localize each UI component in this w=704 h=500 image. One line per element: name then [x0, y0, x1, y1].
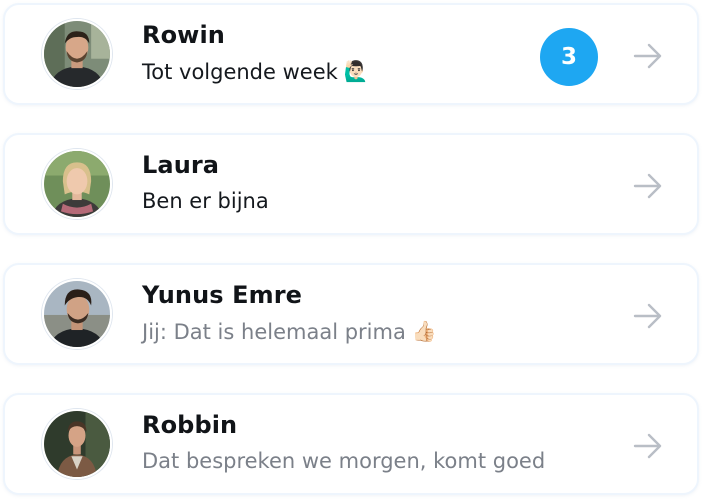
unread-badge: 3: [540, 28, 598, 86]
conversation-item-rowin[interactable]: Rowin Tot volgende week 🙋🏻‍♂️ 3: [3, 3, 699, 105]
conversation-item-laura[interactable]: Laura Ben er bijna: [3, 133, 699, 235]
contact-name: Robbin: [142, 411, 238, 439]
message-preview-text: Jij: Dat is helemaal prima: [142, 320, 406, 344]
thumbs-up-emoji: 👍🏻: [411, 319, 437, 343]
conversation-list: Rowin Tot volgende week 🙋🏻‍♂️ 3 Laura Ben: [0, 0, 704, 500]
message-preview-text: Ben er bijna: [142, 189, 269, 213]
message-preview-text: Tot volgende week: [142, 60, 338, 84]
avatar: [42, 19, 112, 89]
conversation-item-yunus-emre[interactable]: Yunus Emre Jij: Dat is helemaal prima 👍🏻: [3, 263, 699, 365]
arrow-right-icon[interactable]: [632, 302, 664, 330]
contact-name: Yunus Emre: [142, 281, 303, 309]
arrow-right-icon[interactable]: [632, 432, 664, 460]
contact-name: Rowin: [142, 21, 225, 49]
message-preview-text: Dat bespreken we morgen, komt goed: [142, 449, 546, 473]
conversation-item-robbin[interactable]: Robbin Dat bespreken we morgen, komt goe…: [3, 393, 699, 495]
message-preview: Jij: Dat is helemaal prima 👍🏻: [142, 319, 437, 344]
message-preview: Tot volgende week 🙋🏻‍♂️: [142, 59, 369, 84]
raising-hand-emoji: 🙋🏻‍♂️: [343, 59, 369, 83]
avatar: [42, 279, 112, 349]
contact-name: Laura: [142, 151, 220, 179]
message-preview: Dat bespreken we morgen, komt goed: [142, 449, 545, 473]
avatar: [42, 409, 112, 479]
message-preview: Ben er bijna: [142, 189, 269, 213]
arrow-right-icon[interactable]: [632, 172, 664, 200]
avatar: [42, 149, 112, 219]
arrow-right-icon[interactable]: [632, 42, 664, 70]
